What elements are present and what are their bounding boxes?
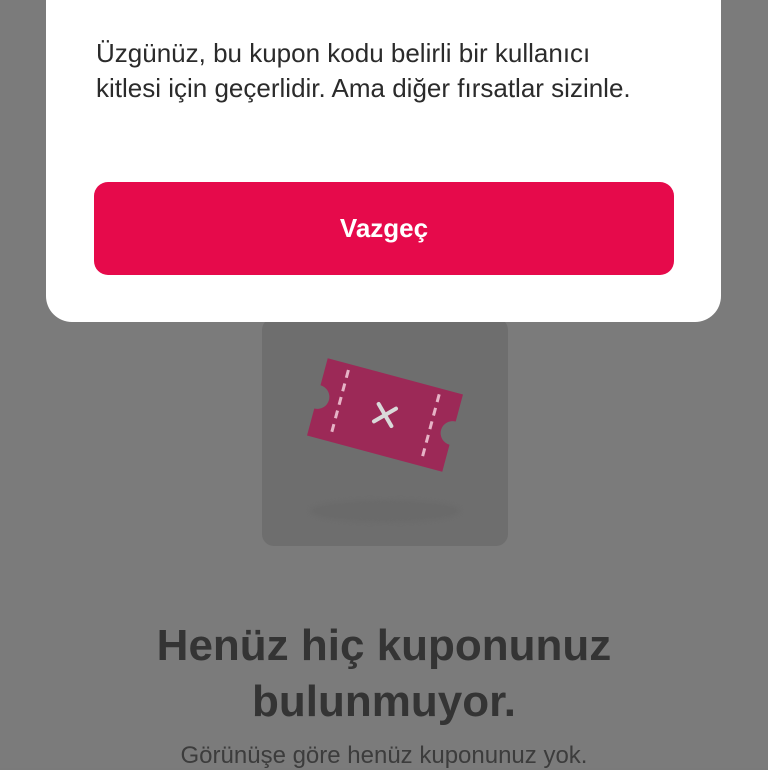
dialog-message: Üzgünüz, bu kupon kodu belirli bir kulla… — [96, 38, 631, 103]
empty-state-title: Henüz hiç kuponunuz bulunmuyor. — [156, 621, 612, 726]
coupon-dialog: Üzgünüz, bu kupon kodu belirli bir kulla… — [46, 0, 721, 322]
empty-state-subtitle: Görünüşe göre henüz kuponunuz yok. — [180, 742, 588, 769]
ticket-shadow — [310, 500, 460, 522]
ticket-x-icon — [307, 358, 463, 472]
cancel-button[interactable]: Vazgeç — [94, 182, 674, 275]
